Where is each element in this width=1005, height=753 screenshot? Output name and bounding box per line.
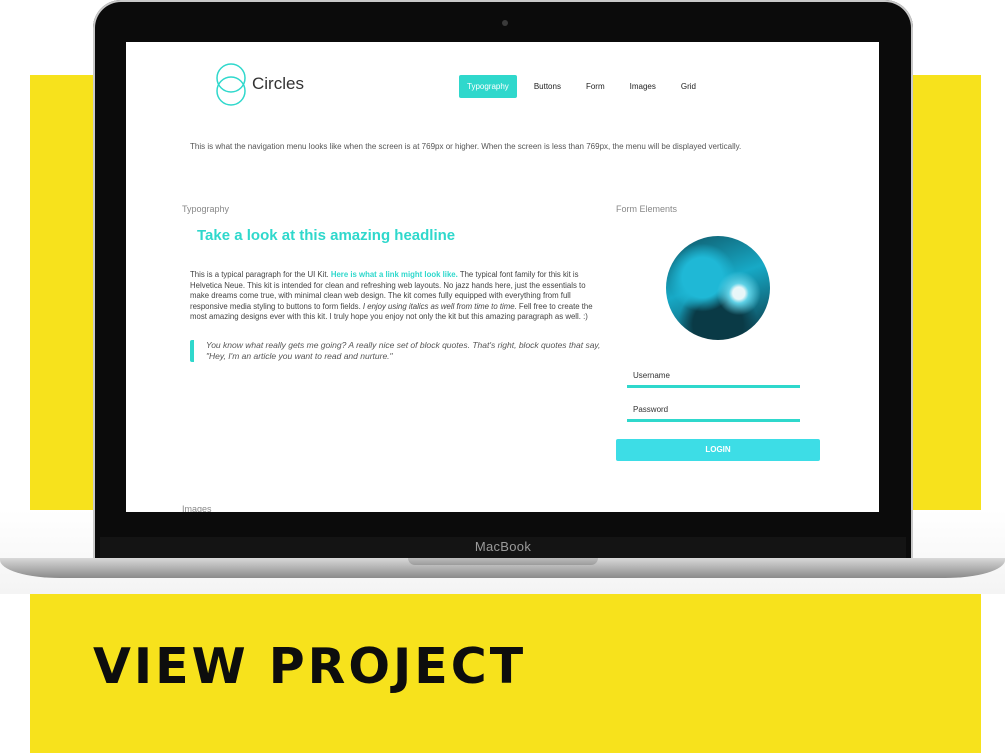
paragraph: This is a typical paragraph for the UI K… bbox=[190, 270, 595, 323]
paragraph-text-start: This is a typical paragraph for the UI K… bbox=[190, 270, 331, 279]
view-project-link[interactable]: VIEW PROJECT bbox=[93, 638, 526, 695]
sample-link[interactable]: Here is what a link might look like. bbox=[331, 270, 458, 279]
images-section-label: Images bbox=[182, 504, 212, 512]
nav-item-buttons[interactable]: Buttons bbox=[526, 75, 569, 98]
nav-item-typography[interactable]: Typography bbox=[459, 75, 517, 98]
username-field[interactable]: Username bbox=[627, 371, 800, 388]
camera-icon bbox=[502, 20, 508, 26]
laptop-notch bbox=[408, 558, 598, 565]
paragraph-italic: I enjoy using italics as well from time … bbox=[362, 301, 517, 311]
site-logo-text[interactable]: Circles bbox=[252, 74, 304, 94]
main-nav: Typography Buttons Form Images Grid bbox=[459, 75, 713, 98]
password-label: Password bbox=[633, 405, 669, 414]
laptop-screen: Circles Typography Buttons Form Images G… bbox=[126, 42, 879, 512]
password-field[interactable]: Password bbox=[627, 405, 800, 422]
headline: Take a look at this amazing headline bbox=[197, 227, 456, 244]
macbook-label: MacBook bbox=[474, 539, 532, 554]
nav-item-form[interactable]: Form bbox=[578, 75, 613, 98]
circles-logo-icon bbox=[216, 63, 246, 106]
username-label: Username bbox=[633, 371, 670, 380]
nav-item-grid[interactable]: Grid bbox=[673, 75, 704, 98]
login-button[interactable]: LOGIN bbox=[616, 439, 820, 461]
nav-item-images[interactable]: Images bbox=[622, 75, 664, 98]
intro-text: This is what the navigation menu looks l… bbox=[190, 142, 742, 151]
form-section-label: Form Elements bbox=[616, 204, 678, 214]
circular-wave-image bbox=[666, 236, 770, 340]
block-quote: You know what really gets me going? A re… bbox=[190, 340, 611, 362]
typography-section-label: Typography bbox=[182, 204, 230, 214]
